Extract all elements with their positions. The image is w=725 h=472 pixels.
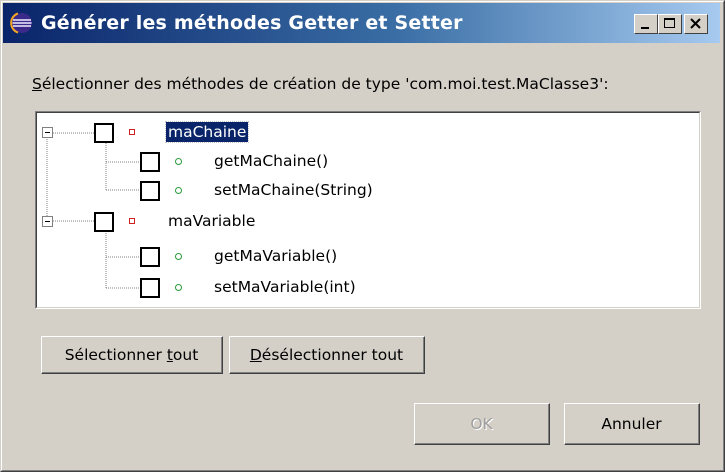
cancel-label: Annuler — [601, 414, 662, 433]
members-tree[interactable]: maChaine getMaChaine() setMaChaine(Strin… — [35, 111, 701, 309]
deselect-all-label: Désélectionner tout — [249, 345, 404, 364]
tree-expander-machaine[interactable] — [42, 127, 53, 138]
checkbox-setmavariable[interactable] — [140, 278, 160, 298]
checkbox-setmachaine[interactable] — [140, 181, 160, 201]
field-icon — [129, 129, 135, 135]
tree-node-machaine[interactable]: maChaine — [164, 121, 250, 143]
close-button[interactable] — [684, 14, 708, 34]
tree-node-mavariable[interactable]: maVariable — [166, 211, 257, 231]
tree-node-getmachaine[interactable]: getMaChaine() — [212, 151, 330, 171]
select-all-button[interactable]: Sélectionner tout — [41, 336, 223, 374]
checkbox-mavariable[interactable] — [94, 212, 114, 232]
tree-node-setmavariable[interactable]: setMaVariable(int) — [212, 277, 358, 297]
checkbox-getmachaine[interactable] — [140, 152, 160, 172]
maximize-button[interactable] — [658, 14, 682, 34]
title-bar[interactable]: Générer les méthodes Getter et Setter — [3, 3, 720, 43]
cancel-button[interactable]: Annuler — [564, 403, 700, 445]
method-icon — [175, 187, 182, 194]
instruction-label: Sélectionner des méthodes de création de… — [32, 75, 609, 93]
window-title: Générer les méthodes Getter et Setter — [41, 12, 463, 34]
tree-expander-mavariable[interactable] — [42, 216, 53, 227]
checkbox-machaine[interactable] — [94, 123, 114, 143]
method-icon — [175, 284, 182, 291]
instruction-text: électionner des méthodes de création de … — [41, 75, 609, 93]
tree-connector-lines — [46, 132, 140, 289]
dialog-window: Générer les méthodes Getter et Setter Sé… — [0, 0, 725, 472]
method-icon — [175, 158, 182, 165]
deselect-all-button[interactable]: Désélectionner tout — [229, 336, 425, 374]
instruction-mnemonic: S — [32, 75, 42, 93]
field-icon — [129, 218, 135, 224]
ok-button[interactable]: OK — [414, 403, 550, 445]
eclipse-icon — [9, 11, 35, 35]
tree-node-getmavariable[interactable]: getMaVariable() — [212, 246, 339, 266]
select-all-label: Sélectionner tout — [64, 345, 199, 364]
checkbox-getmavariable[interactable] — [140, 247, 160, 267]
ok-label: OK — [470, 414, 493, 433]
minimize-button[interactable] — [634, 14, 658, 34]
tree-node-setmachaine[interactable]: setMaChaine(String) — [212, 180, 375, 200]
method-icon — [175, 253, 182, 260]
